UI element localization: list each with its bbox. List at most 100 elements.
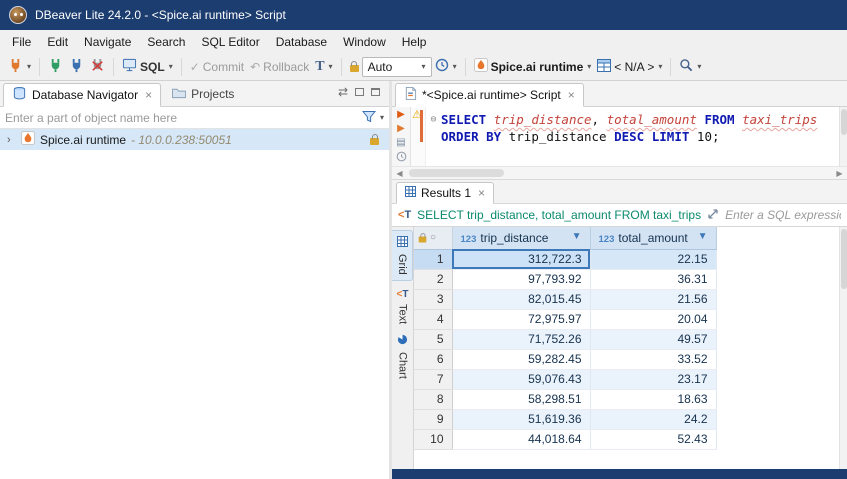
- cell-trip_distance[interactable]: 72,975.97: [452, 309, 590, 329]
- code-line[interactable]: ⊖SELECT trip_distance, total_amount FROM…: [426, 111, 839, 128]
- scroll-left-icon[interactable]: ◀: [392, 169, 407, 178]
- new-connection-button[interactable]: ▾: [5, 56, 34, 78]
- cell-total_amount[interactable]: 24.2: [590, 409, 716, 429]
- maximize-icon[interactable]: [371, 88, 380, 96]
- menu-database[interactable]: Database: [268, 32, 335, 52]
- column-header-trip_distance[interactable]: 123trip_distance▼: [452, 227, 590, 249]
- editor-vertical-scrollbar[interactable]: [839, 107, 847, 166]
- menu-help[interactable]: Help: [394, 32, 435, 52]
- rollback-button[interactable]: ↶ Rollback: [247, 58, 312, 76]
- disconnect-button[interactable]: [87, 56, 108, 78]
- cell-total_amount[interactable]: 23.17: [590, 369, 716, 389]
- sort-filter-icon[interactable]: ▼: [698, 231, 708, 242]
- object-filter-input[interactable]: [5, 111, 359, 125]
- numeric-type-icon: 123: [461, 234, 477, 245]
- row-number[interactable]: 10: [414, 429, 452, 449]
- tab-results-1[interactable]: Results 1 ×: [396, 182, 494, 204]
- cell-trip_distance[interactable]: 58,298.51: [452, 389, 590, 409]
- chevron-down-icon[interactable]: ▾: [380, 113, 384, 122]
- cell-trip_distance[interactable]: 71,752.26: [452, 329, 590, 349]
- row-number[interactable]: 1: [414, 249, 452, 269]
- chevron-down-icon: ▾: [329, 62, 333, 71]
- cell-total_amount[interactable]: 21.56: [590, 289, 716, 309]
- fold-collapse-icon[interactable]: ⊖: [426, 114, 441, 125]
- security-lock-button[interactable]: [347, 59, 362, 74]
- row-number[interactable]: 6: [414, 349, 452, 369]
- connection-tree-item[interactable]: › Spice.ai runtime - 10.0.0.238:50051: [0, 129, 389, 150]
- tab-sql-script[interactable]: *<Spice.ai runtime> Script ×: [395, 83, 584, 107]
- close-icon[interactable]: ×: [568, 88, 575, 102]
- cell-trip_distance[interactable]: 82,015.45: [452, 289, 590, 309]
- sort-filter-icon[interactable]: ▼: [572, 231, 582, 242]
- cell-total_amount[interactable]: 18.63: [590, 389, 716, 409]
- sql-token-keyword: FROM: [704, 112, 734, 127]
- tab-database-navigator[interactable]: Database Navigator ×: [3, 83, 161, 107]
- scrollbar-thumb[interactable]: [841, 109, 847, 135]
- row-number[interactable]: 5: [414, 329, 452, 349]
- column-header-total_amount[interactable]: 123total_amount▼: [590, 227, 716, 249]
- execute-statement-icon[interactable]: ▶: [397, 109, 405, 121]
- row-number[interactable]: 2: [414, 269, 452, 289]
- connect-button[interactable]: [45, 56, 66, 78]
- cell-trip_distance[interactable]: 59,076.43: [452, 369, 590, 389]
- cell-total_amount[interactable]: 36.31: [590, 269, 716, 289]
- filter-funnel-icon[interactable]: [362, 110, 376, 126]
- cell-trip_distance[interactable]: 59,282.45: [452, 349, 590, 369]
- editor-horizontal-scrollbar[interactable]: ◀ ▶: [392, 167, 847, 180]
- cell-trip_distance[interactable]: 97,793.92: [452, 269, 590, 289]
- code-line[interactable]: ORDER BY trip_distance DESC LIMIT 10;: [426, 128, 839, 145]
- script-history-icon[interactable]: [396, 151, 407, 166]
- execute-script-icon[interactable]: ▶: [397, 123, 405, 135]
- row-number[interactable]: 8: [414, 389, 452, 409]
- menu-sql-editor[interactable]: SQL Editor: [193, 32, 267, 52]
- commit-button[interactable]: ✓ Commit: [187, 58, 247, 76]
- menu-edit[interactable]: Edit: [39, 32, 76, 52]
- side-tab-chart[interactable]: Chart: [392, 329, 413, 384]
- cell-total_amount[interactable]: 20.04: [590, 309, 716, 329]
- scrollbar-thumb[interactable]: [841, 229, 847, 289]
- expander-icon[interactable]: ›: [7, 134, 16, 146]
- expand-filter-icon[interactable]: [707, 208, 719, 223]
- result-filter-input[interactable]: [725, 208, 841, 222]
- menu-window[interactable]: Window: [335, 32, 394, 52]
- cell-trip_distance[interactable]: 44,018.64: [452, 429, 590, 449]
- toolbar-separator: [465, 58, 466, 76]
- query-history-button[interactable]: ▾: [432, 56, 460, 77]
- menu-file[interactable]: File: [4, 32, 39, 52]
- side-tab-grid[interactable]: Grid: [392, 230, 413, 281]
- cell-total_amount[interactable]: 52.43: [590, 429, 716, 449]
- cell-total_amount[interactable]: 49.57: [590, 329, 716, 349]
- cell-trip_distance[interactable]: 51,619.36: [452, 409, 590, 429]
- row-number[interactable]: 7: [414, 369, 452, 389]
- reconnect-button[interactable]: [66, 56, 87, 78]
- autocommit-combo[interactable]: Auto ▾: [362, 57, 432, 77]
- grid-corner-cell[interactable]: ○: [414, 227, 452, 249]
- row-number[interactable]: 3: [414, 289, 452, 309]
- minimize-icon[interactable]: [355, 88, 364, 96]
- menu-bar: FileEditNavigateSearchSQL EditorDatabase…: [0, 30, 847, 53]
- search-button[interactable]: ▾: [676, 56, 704, 77]
- close-icon[interactable]: ×: [145, 88, 152, 102]
- cell-total_amount[interactable]: 33.52: [590, 349, 716, 369]
- scrollbar-thumb[interactable]: [409, 169, 504, 177]
- sql-code[interactable]: ⊖SELECT trip_distance, total_amount FROM…: [426, 107, 839, 166]
- transaction-mode-button[interactable]: T ▾: [312, 57, 335, 77]
- side-tab-text[interactable]: <TText: [392, 281, 413, 329]
- cell-total_amount[interactable]: 22.15: [590, 249, 716, 269]
- explain-plan-icon[interactable]: ▤: [396, 137, 405, 149]
- menu-search[interactable]: Search: [139, 32, 193, 52]
- autocommit-value: Auto: [368, 60, 393, 74]
- menu-navigate[interactable]: Navigate: [76, 32, 139, 52]
- tab-projects[interactable]: Projects: [163, 82, 242, 106]
- link-with-editor-icon[interactable]: ⇄: [338, 85, 348, 99]
- row-number[interactable]: 9: [414, 409, 452, 429]
- toolbar-separator: [670, 58, 671, 76]
- cell-trip_distance[interactable]: 312,722.3: [452, 249, 590, 269]
- connection-selector[interactable]: Spice.ai runtime ▾: [471, 56, 595, 77]
- grid-vertical-scrollbar[interactable]: [839, 227, 847, 469]
- scroll-right-icon[interactable]: ▶: [832, 169, 847, 178]
- close-icon[interactable]: ×: [478, 186, 485, 200]
- schema-selector[interactable]: < N/A > ▾: [594, 57, 665, 77]
- open-sql-editor-button[interactable]: SQL ▾: [119, 56, 176, 77]
- row-number[interactable]: 4: [414, 309, 452, 329]
